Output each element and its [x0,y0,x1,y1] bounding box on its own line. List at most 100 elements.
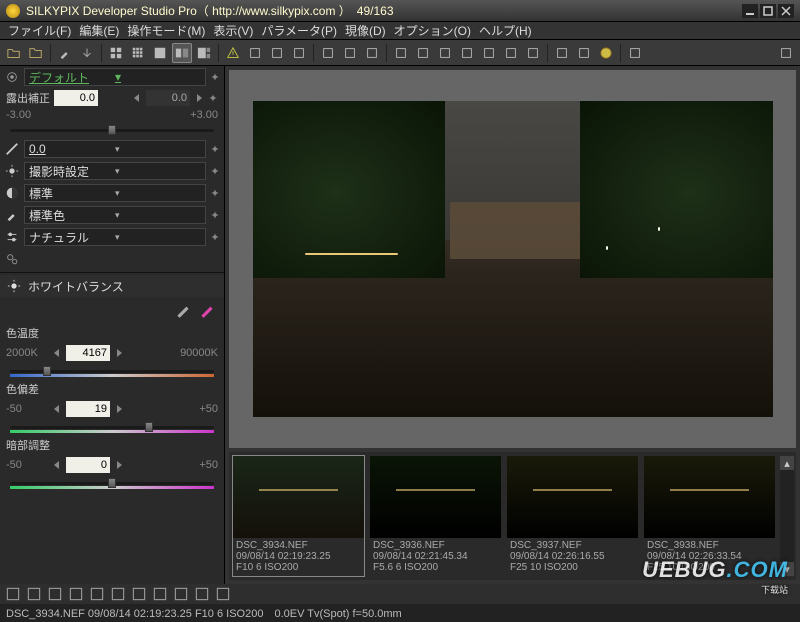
menu-view[interactable]: 表示(V) [209,22,257,39]
printer-icon[interactable] [552,43,572,63]
single-view-icon[interactable] [150,43,170,63]
add-preset-button[interactable]: ✦ [210,71,220,84]
temp-label: 色温度 [6,325,39,341]
menu-develop[interactable]: 現像(D) [341,22,390,39]
filter-icon[interactable] [4,586,22,602]
levels-icon[interactable] [523,43,543,63]
split-h-icon[interactable] [267,43,287,63]
contrast-plus-button[interactable]: ✦ [210,143,220,156]
folder-open-icon[interactable] [4,43,24,63]
app-icon [6,4,20,18]
grid-overlay-icon[interactable] [245,43,265,63]
pointer-icon[interactable] [340,43,360,63]
menu-more-icon[interactable] [776,43,796,63]
param-plus-button[interactable]: ✦ [210,209,220,222]
scissor-icon[interactable] [391,43,411,63]
step-right-icon[interactable] [114,404,124,414]
menu-edit[interactable]: 編集(E) [75,22,123,39]
crop-icon[interactable] [457,43,477,63]
scroll-right-icon[interactable] [625,43,645,63]
layers-icon[interactable] [25,586,43,602]
coin-icon[interactable] [596,43,616,63]
tint-value[interactable]: 19 [66,401,110,417]
mixed-view-icon[interactable] [194,43,214,63]
exposure-slider[interactable] [10,124,214,136]
menu-file[interactable]: ファイル(F) [4,22,75,39]
clone-icon[interactable] [479,43,499,63]
menu-help[interactable]: ヘルプ(H) [475,22,536,39]
scroll-up-icon[interactable]: ▴ [780,456,794,470]
info-icon[interactable] [172,586,190,602]
param-label: 撮影時設定 [29,163,115,180]
step-left-icon[interactable] [52,460,62,470]
gears-icon[interactable] [4,251,20,267]
temp-slider[interactable] [10,365,214,377]
close-button[interactable] [778,4,794,18]
wand-icon[interactable] [318,43,338,63]
split-v-icon[interactable] [289,43,309,63]
maximize-button[interactable] [760,4,776,18]
param-plus-button[interactable]: ✦ [210,187,220,200]
zoom-icon[interactable] [46,586,64,602]
thumb-item[interactable]: DSC_3934.NEF09/08/14 02:19:23.25F10 6 IS… [233,456,364,576]
picker-skin-icon[interactable] [198,301,216,319]
tint-slider[interactable] [10,421,214,433]
warning-icon[interactable] [223,43,243,63]
step-left-icon[interactable] [52,404,62,414]
step-right-icon[interactable] [114,460,124,470]
thumb-item[interactable]: DSC_3937.NEF09/08/14 02:26:16.55F25 10 I… [507,456,638,576]
exposure-plus-button[interactable]: ✦ [208,92,218,105]
contrast-combobox[interactable]: 0.0▾ [24,140,206,158]
expand-icon[interactable] [193,586,211,602]
hammer-icon[interactable] [574,43,594,63]
screen-icon[interactable] [109,586,127,602]
preset-combobox[interactable]: デフォルト▾ [24,68,206,86]
thumb-image [370,456,501,538]
tint-min: -50 [6,403,48,415]
chevron-down-icon: ▾ [115,166,201,177]
brush-icon[interactable] [362,43,382,63]
fx-icon[interactable] [130,586,148,602]
dark-slider[interactable] [10,477,214,489]
param-plus-button[interactable]: ✦ [210,231,220,244]
step-right-icon[interactable] [114,348,124,358]
param-combobox-0[interactable]: 撮影時設定▾ [24,162,206,180]
thumb-meta: DSC_3937.NEF09/08/14 02:26:16.55F25 10 I… [507,538,638,575]
brush-sm-icon [4,207,20,223]
param-combobox-1[interactable]: 標準▾ [24,184,206,202]
eyedropper-icon[interactable] [55,43,75,63]
preview-area[interactable] [229,70,796,448]
step-right-icon[interactable] [194,93,204,103]
menu-mode[interactable]: 操作モード(M) [123,22,209,39]
menu-param[interactable]: パラメータ(P) [257,22,341,39]
step-left-icon[interactable] [132,93,142,103]
rotate-right-icon[interactable] [435,43,455,63]
compare-icon[interactable] [172,43,192,63]
whitebalance-header: ホワイトバランス [0,275,224,297]
minimize-button[interactable] [742,4,758,18]
param-combobox-3[interactable]: ナチュラル▾ [24,228,206,246]
exposure-value-a[interactable]: 0.0 [54,90,98,106]
grid9-icon[interactable] [128,43,148,63]
thumb-item[interactable]: DSC_3936.NEF09/08/14 02:21:45.34F5.6 6 I… [370,456,501,576]
grid4-icon[interactable] [106,43,126,63]
sun-icon [4,163,20,179]
param-label: ナチュラル [29,229,115,246]
hand-icon[interactable] [67,586,85,602]
dark-value[interactable]: 0 [66,457,110,473]
exposure-value-b[interactable]: 0.0 [146,90,190,106]
menu-option[interactable]: オプション(O) [390,22,475,39]
folder-icon[interactable] [26,43,46,63]
thumb-image [644,456,775,538]
step-left-icon[interactable] [52,348,62,358]
shrink-icon[interactable] [214,586,232,602]
temp-value[interactable]: 4167 [66,345,110,361]
rotate-icon[interactable] [151,586,169,602]
rotate-left-icon[interactable] [413,43,433,63]
picker-gray-icon[interactable] [174,301,192,319]
compare-b-icon[interactable] [88,586,106,602]
stamp-icon[interactable] [501,43,521,63]
param-plus-button[interactable]: ✦ [210,165,220,178]
param-combobox-2[interactable]: 標準色▾ [24,206,206,224]
arrow-down-icon[interactable] [77,43,97,63]
